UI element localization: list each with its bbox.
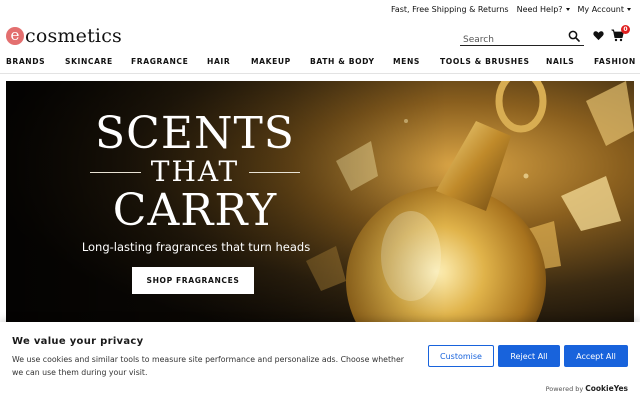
search-icon[interactable]	[568, 30, 580, 42]
utility-bar: Fast, Free Shipping & Returns Need Help?…	[0, 0, 640, 19]
cookie-title: We value your privacy	[12, 336, 144, 347]
help-menu[interactable]: Need Help?	[517, 5, 570, 14]
nav-item-bath-body[interactable]: BATH & BODY	[310, 57, 375, 66]
main-nav: BRANDS SKINCARE FRAGRANCE HAIR MAKEUP BA…	[0, 52, 640, 72]
hero-headline-line2: THAT	[150, 155, 240, 188]
cookie-consent-banner: We value your privacy We use cookies and…	[0, 322, 640, 400]
shipping-link[interactable]: Fast, Free Shipping & Returns	[391, 5, 509, 14]
hero-rule-right	[249, 171, 300, 173]
nav-item-brands[interactable]: BRANDS	[6, 57, 45, 66]
site-header: e cosmetics 0	[0, 19, 640, 51]
help-label: Need Help?	[516, 5, 563, 14]
logo-initial: e	[10, 25, 20, 44]
customise-button[interactable]: Customise	[428, 345, 494, 367]
shop-fragrances-button[interactable]: SHOP FRAGRANCES	[132, 267, 254, 294]
caret-down-icon	[627, 8, 631, 11]
nav-item-fashion[interactable]: FASHION	[594, 57, 636, 66]
nav-item-makeup[interactable]: MAKEUP	[251, 57, 291, 66]
logo-badge: e	[6, 27, 24, 45]
nav-divider	[0, 73, 640, 74]
hero-headline-line3: CARRY	[112, 185, 278, 236]
powered-by: Powered by CookieYes	[546, 384, 628, 393]
hero-banner[interactable]: SCENTS THAT CARRY Long-lasting fragrance…	[6, 81, 634, 323]
hero-rule-left	[90, 171, 141, 173]
cookieyes-logo[interactable]: CookieYes	[585, 384, 628, 393]
hero-subtitle: Long-lasting fragrances that turn heads	[81, 240, 311, 254]
powered-by-label: Powered by	[545, 384, 584, 393]
caret-down-icon	[565, 8, 570, 11]
hero-headline-line1: SCENTS	[95, 108, 295, 159]
search-box	[460, 27, 584, 49]
nav-item-nails[interactable]: NAILS	[546, 57, 574, 66]
nav-item-skincare[interactable]: SKINCARE	[65, 57, 113, 66]
cart-count-badge: 0	[621, 25, 630, 34]
hero-headline: SCENTS THAT CARRY	[90, 111, 300, 235]
nav-item-hair[interactable]: HAIR	[207, 57, 230, 66]
reject-all-button[interactable]: Reject All	[498, 345, 560, 367]
search-input[interactable]	[460, 31, 564, 49]
account-menu[interactable]: My Account	[578, 5, 631, 14]
site-logo[interactable]: e cosmetics	[6, 23, 122, 49]
hero-headline-line2-row: THAT	[90, 157, 300, 187]
cookie-description: We use cookies and similar tools to meas…	[12, 355, 404, 377]
heart-icon[interactable]	[593, 30, 604, 41]
nav-item-tools-brushes[interactable]: TOOLS & BRUSHES	[440, 57, 530, 66]
logo-wordmark: cosmetics	[25, 25, 122, 47]
nav-item-mens[interactable]: MENS	[393, 57, 420, 66]
account-label: My Account	[577, 5, 624, 14]
nav-item-fragrance[interactable]: FRAGRANCE	[131, 57, 188, 66]
accept-all-button[interactable]: Accept All	[564, 345, 628, 367]
